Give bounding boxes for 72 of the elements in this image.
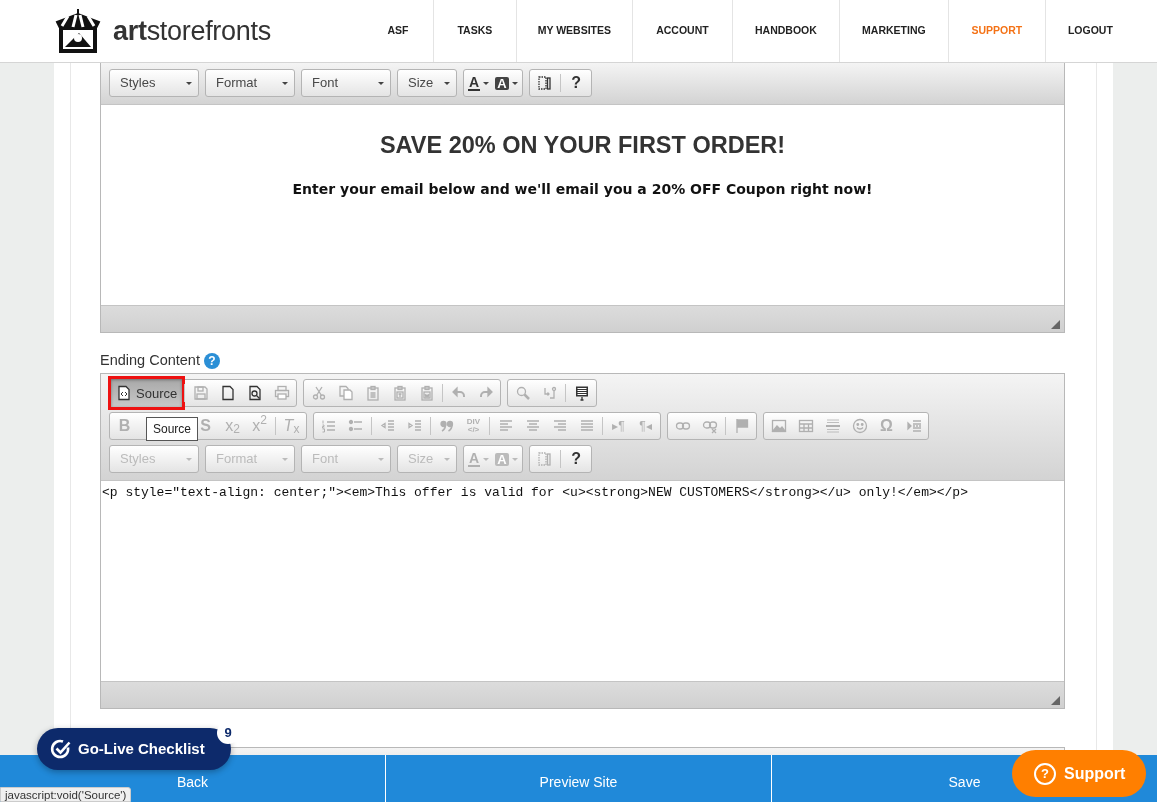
numbered-list-icon — [320, 418, 337, 434]
outdent-icon — [379, 418, 396, 434]
scissors-icon — [310, 385, 327, 401]
field-label: Ending Content — [100, 351, 200, 371]
printer-icon — [273, 385, 290, 401]
check-circle-icon — [50, 738, 72, 760]
dropdown[interactable]: Format — [205, 69, 295, 97]
caret-icon — [186, 81, 192, 85]
support-toast[interactable]: ? Support — [1012, 750, 1146, 797]
nav-link[interactable]: MY WEBSITES — [515, 0, 632, 62]
dropdown[interactable]: Styles — [109, 69, 199, 97]
heading: SAVE 20% ON YOUR FIRST ORDER! — [378, 131, 787, 160]
blocks-icon — [536, 451, 552, 467]
blocks-icon — [536, 75, 552, 91]
text-color-button[interactable]: A — [465, 71, 493, 95]
smiley-icon — [851, 418, 868, 434]
nav-link[interactable]: HANDBOOK — [731, 0, 839, 62]
caret-icon — [511, 457, 518, 461]
page-break-icon — [905, 418, 922, 434]
resize-handle-icon[interactable] — [1051, 696, 1060, 705]
tooltip: Source — [146, 417, 199, 441]
paragraph: Enter your email below and we'll email you a 20% OFF Coupon right now! — [291, 180, 874, 200]
text-lines-icon — [573, 385, 590, 401]
bulleted-list-icon — [347, 418, 364, 434]
nav-link[interactable]: MARKETING — [838, 0, 948, 62]
caret-icon — [186, 457, 192, 461]
toolbar-button[interactable]: ? — [562, 71, 590, 95]
storefront-logo-icon — [53, 8, 103, 54]
nav-link[interactable]: LOGOUT — [1044, 0, 1135, 62]
copy-icon — [337, 385, 354, 401]
image-icon — [770, 418, 787, 434]
nav-link[interactable]: ASF — [362, 0, 433, 62]
search-icon — [514, 385, 531, 401]
caret-icon — [444, 81, 450, 85]
caret-icon — [282, 457, 288, 461]
page-magnifier-icon — [246, 385, 263, 401]
table-icon — [797, 418, 814, 434]
source-button[interactable]: Source — [111, 379, 183, 407]
justify-icon — [578, 418, 595, 434]
quote-marks-icon — [438, 418, 455, 434]
dropdown[interactable]: Size — [397, 69, 457, 97]
nav-link[interactable]: TASKS — [432, 0, 516, 62]
align-right-icon — [551, 418, 568, 434]
caret-icon — [483, 81, 490, 85]
horizontal-rule-icon — [824, 418, 841, 434]
swap-arrows-icon — [541, 385, 558, 401]
clipboard-icon — [418, 385, 435, 401]
nav-link[interactable]: ACCOUNT — [631, 0, 732, 62]
background-color-button[interactable]: A — [492, 71, 521, 95]
toolbar-button[interactable]: ? — [562, 447, 590, 471]
code-page-icon — [116, 385, 132, 401]
align-left-icon — [497, 418, 514, 434]
logo-wordmark: artstorefronts — [113, 14, 271, 48]
clipboard-icon — [391, 385, 408, 401]
dropdown[interactable]: Font — [301, 69, 391, 97]
broken-chain-icon — [701, 418, 718, 434]
flag-icon — [733, 418, 750, 434]
align-center-icon — [524, 418, 541, 434]
caret-icon — [378, 457, 384, 461]
status-url-tooltip: javascript:void('Source') — [0, 787, 132, 802]
indent-icon — [406, 418, 423, 434]
page-icon — [219, 385, 236, 401]
caret-icon — [511, 81, 518, 85]
footer-button[interactable]: Preview Site — [385, 755, 771, 802]
caret-icon — [282, 81, 288, 85]
clipboard-icon — [364, 385, 381, 401]
resize-handle-icon[interactable] — [1051, 320, 1060, 329]
caret-icon — [444, 457, 450, 461]
caret-icon — [483, 457, 490, 461]
nav-link[interactable]: SUPPORT — [947, 0, 1045, 62]
caret-icon — [378, 81, 384, 85]
help-icon[interactable]: ? — [203, 353, 220, 369]
